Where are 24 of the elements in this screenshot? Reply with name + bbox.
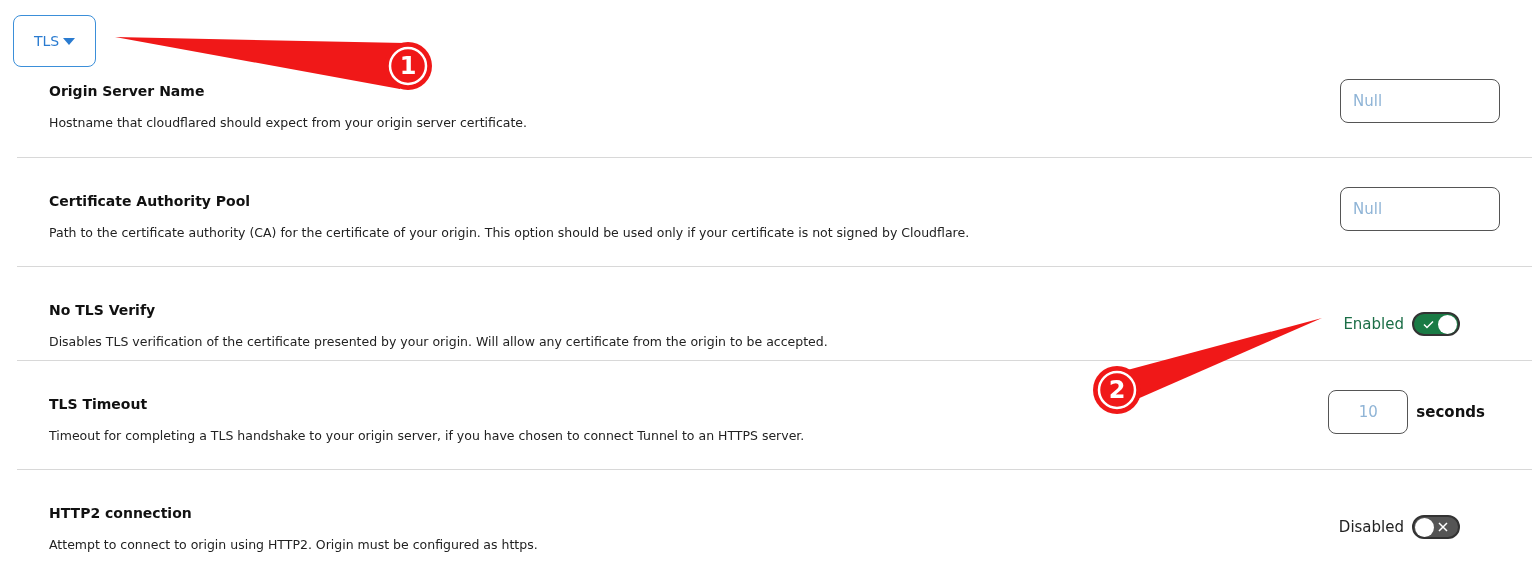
setting-title: Origin Server Name <box>49 82 206 101</box>
setting-description: Disables TLS verification of the certificate presented by your origin. Will allow any certificate from the origin to be accepted. <box>49 333 828 351</box>
setting-description: Path to the certificate authority (CA) for the certificate of your origin. This option should be used only if your certificate is not signed by Cloudflare. <box>49 224 970 242</box>
toggle-switch[interactable] <box>1412 515 1460 539</box>
callout-number: 2 <box>1107 375 1127 406</box>
setting-title: HTTP2 connection <box>49 504 193 523</box>
toggle-state-label: Disabled <box>1338 516 1404 538</box>
toggle-state-label: Enabled <box>1343 313 1404 335</box>
unit-label: seconds <box>1416 401 1485 423</box>
section-dropdown[interactable]: TLS <box>13 15 97 67</box>
setting-title: Certificate Authority Pool <box>49 192 252 211</box>
setting-title: TLS Timeout <box>49 395 149 414</box>
setting-description: Timeout for completing a TLS handshake to your origin server, if you have chosen to connect Tunnel to an HTTPS server. <box>49 427 805 445</box>
toggle-switch[interactable] <box>1412 312 1460 336</box>
number-field[interactable]: 10 <box>1328 390 1409 434</box>
caret-icon <box>63 37 76 45</box>
setting-description: Attempt to connect to origin using HTTP2. Origin must be configured as https. <box>49 536 538 554</box>
text-field[interactable]: Null <box>1340 79 1500 123</box>
callout-number: 1 <box>398 51 418 82</box>
setting-description: Hostname that cloudflared should expect from your origin server certificate. <box>49 114 527 132</box>
setting-title: No TLS Verify <box>49 301 157 320</box>
check-icon <box>1423 320 1434 329</box>
close-icon <box>1438 522 1448 532</box>
text-field[interactable]: Null <box>1340 187 1500 231</box>
